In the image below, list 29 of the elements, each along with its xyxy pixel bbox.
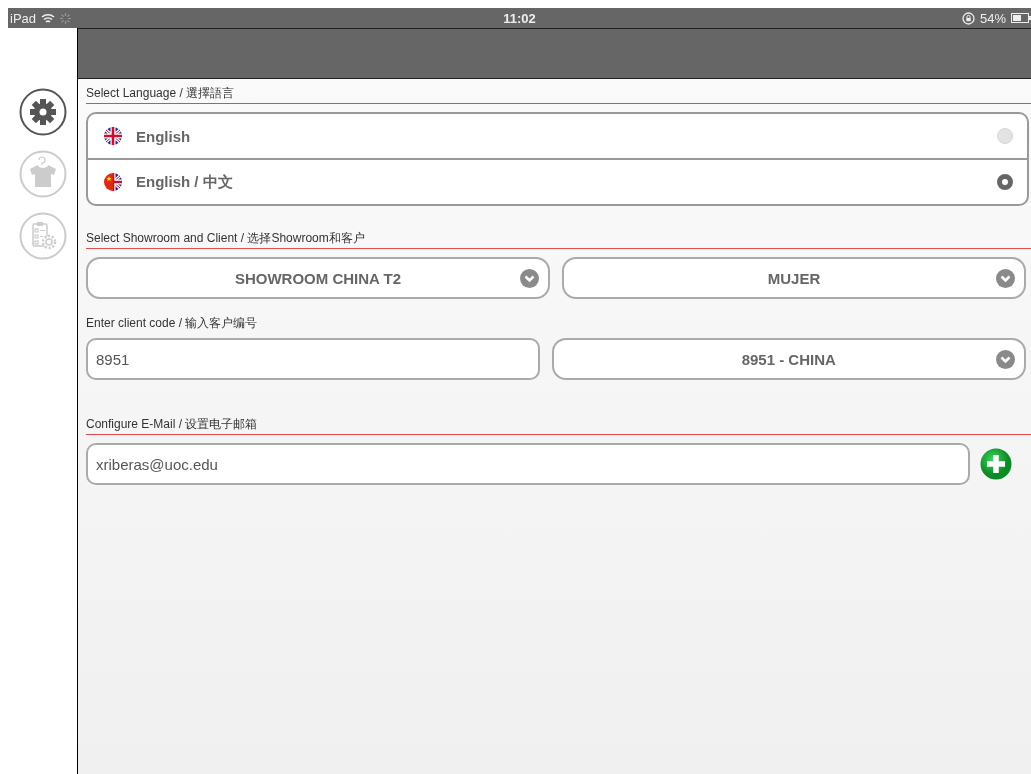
chevron-down-icon — [520, 268, 539, 288]
input-field[interactable]: 8951 — [86, 338, 540, 380]
rotation-lock-icon — [961, 11, 975, 25]
language-option[interactable]: English / 中文 — [88, 158, 1027, 204]
device-name: iPad — [10, 10, 37, 26]
battery-percent: 54% — [979, 10, 1006, 26]
dropdown[interactable]: SHOWROOM CHINA T2 — [86, 257, 550, 299]
flag-icon — [104, 173, 122, 191]
language-label: English — [136, 127, 192, 145]
flag-icon — [104, 127, 122, 145]
field-label: Enter client code / 输入客户编号 — [86, 315, 259, 332]
section-heading: Select Showroom and Client / 选择Showroom和客户 — [86, 230, 1031, 249]
input-field[interactable]: xriberas@uoc.edu — [86, 443, 970, 485]
settings-icon[interactable] — [18, 88, 67, 136]
chevron-down-icon — [996, 349, 1015, 369]
dropdown[interactable]: MUJER — [562, 257, 1026, 299]
wifi-icon — [41, 12, 56, 24]
dropdown[interactable]: 8951 - CHINA — [551, 338, 1026, 380]
add-icon[interactable] — [980, 448, 1012, 480]
checklist-icon[interactable] — [18, 212, 67, 260]
language-label: English / 中文 — [136, 172, 234, 192]
language-option[interactable]: English — [88, 114, 1027, 158]
radio-button[interactable] — [997, 174, 1013, 190]
battery-icon — [1011, 13, 1031, 23]
activity-spinner-icon — [60, 12, 72, 24]
status-time: 11:02 — [503, 10, 536, 26]
section-heading: Configure E-Mail / 设置电子邮箱 — [86, 416, 1031, 435]
section-heading: Select Language / 選擇語言 — [86, 85, 1031, 104]
chevron-down-icon — [996, 268, 1015, 288]
